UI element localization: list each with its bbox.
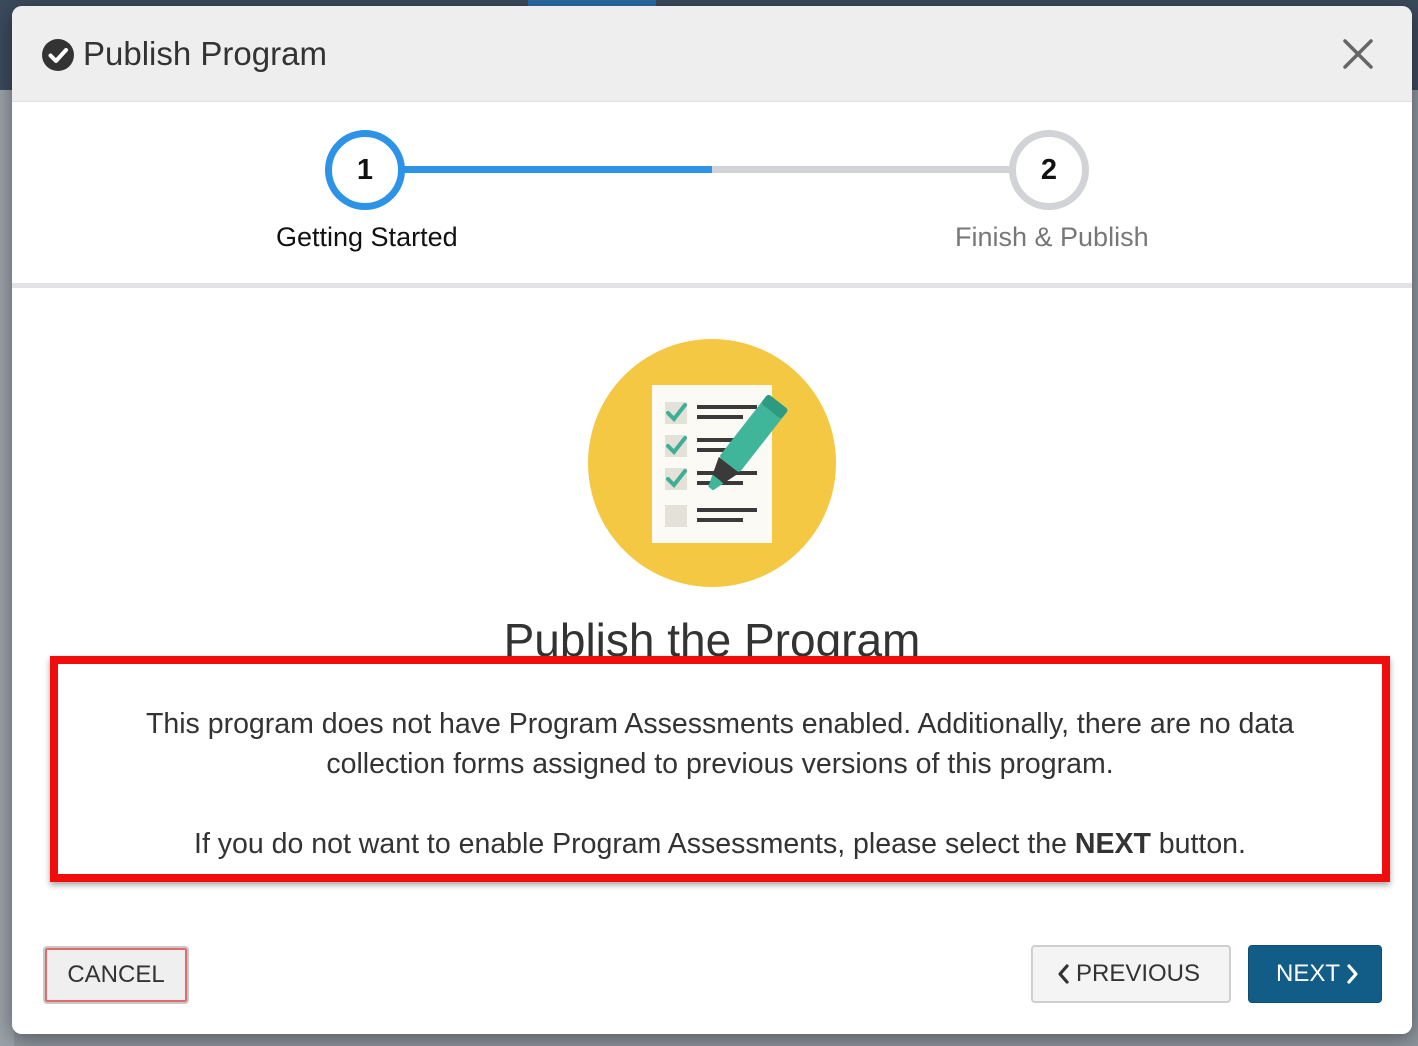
wizard-stepper: 1 2 Getting Started Finish & Publish	[12, 102, 1412, 288]
stepper-remaining-line	[712, 166, 1012, 173]
message-line-2: collection forms assigned to previous ve…	[326, 748, 1114, 780]
message-line-1: This program does not have Program Asses…	[145, 708, 1295, 740]
modal-footer: CANCEL PREVIOUS NEXT	[12, 914, 1412, 1034]
chevron-left-icon	[1058, 964, 1069, 984]
next-emphasis: NEXT	[1074, 828, 1151, 860]
stepper-progress-line	[402, 166, 712, 173]
modal-title: Publish Program	[83, 35, 327, 72]
cancel-label: CANCEL	[67, 961, 165, 988]
message-line-3-post: button.	[1150, 828, 1246, 860]
close-icon[interactable]	[1340, 36, 1376, 72]
check-circle-icon	[42, 39, 74, 71]
previous-label: PREVIOUS	[1075, 960, 1201, 987]
next-button[interactable]: NEXT	[1248, 945, 1382, 1003]
message-line-3: If you do not want to enable Program Ass…	[58, 824, 1382, 864]
step-2-circle[interactable]: 2	[1009, 130, 1089, 210]
chevron-right-icon	[1347, 964, 1358, 984]
step-1-label: Getting Started	[276, 222, 458, 252]
cancel-button[interactable]: CANCEL	[43, 946, 189, 1004]
checklist-highlighter-icon	[588, 339, 836, 587]
previous-button[interactable]: PREVIOUS	[1031, 945, 1231, 1003]
highlighted-message-box: This program does not have Program Asses…	[50, 656, 1390, 882]
next-label: NEXT	[1275, 960, 1340, 987]
modal-header: Publish Program	[12, 6, 1412, 102]
step-2-label: Finish & Publish	[955, 222, 1149, 252]
step-1-circle[interactable]: 1	[325, 130, 405, 210]
message-line-3-pre: If you do not want to enable Program Ass…	[194, 828, 1075, 860]
publish-program-modal: Publish Program 1 2 Getting Started Fini…	[12, 6, 1412, 1034]
